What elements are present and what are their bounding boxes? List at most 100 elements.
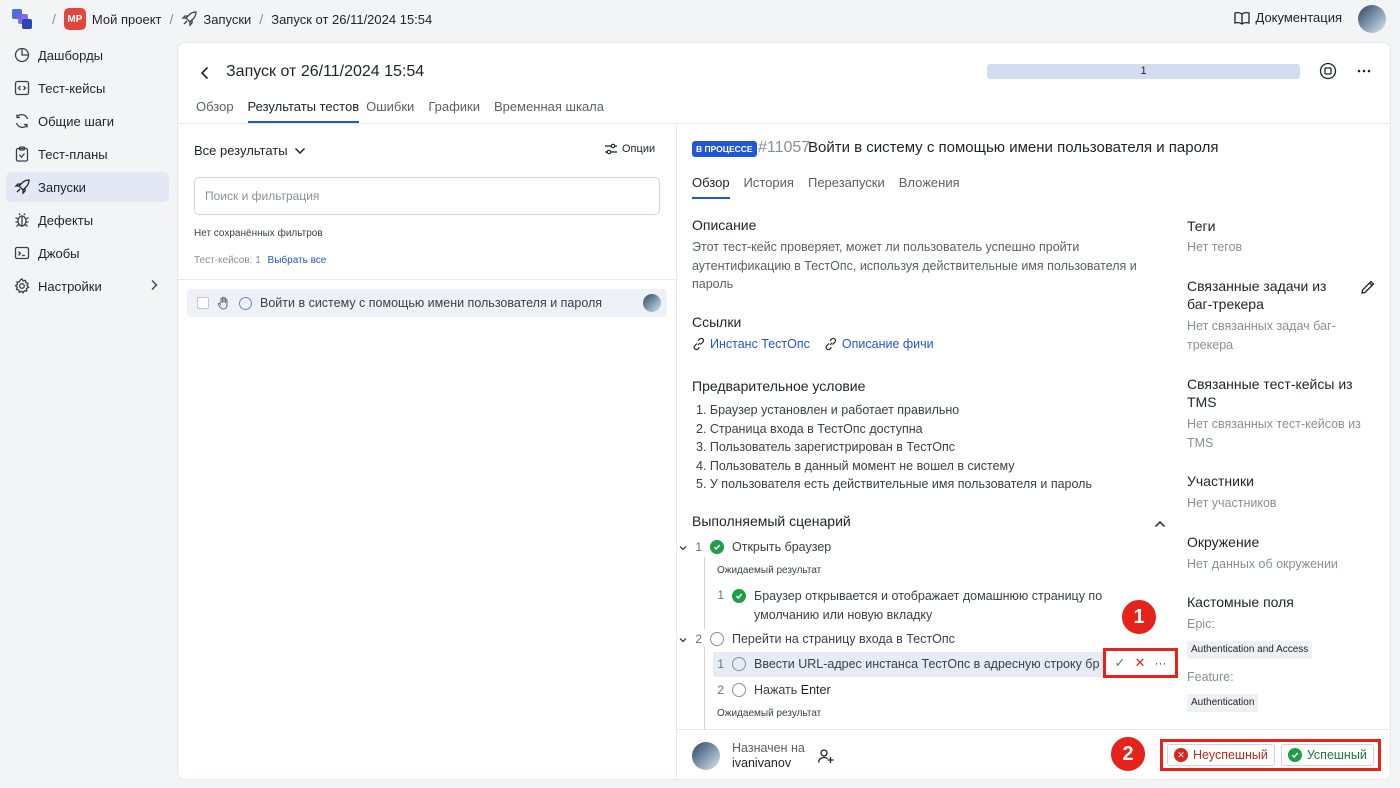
sidebar-item-test-cases[interactable]: Тест-кейсы [6, 73, 169, 103]
top-bar: / MP Мой проект / Запуски / Запуск от 26… [0, 0, 1400, 38]
step-row[interactable]: 1 Ввести URL-адрес инстанса ТестОпс в ад… [710, 657, 1099, 671]
stop-button[interactable] [1319, 62, 1337, 80]
list-item: 3. Пользователь зарегистрирован в ТестОп… [696, 440, 955, 454]
chevron-down-icon[interactable] [678, 543, 688, 553]
case-title: Войти в систему с помощью имени пользова… [808, 139, 1219, 156]
tab-test-results[interactable]: Результаты тестов [247, 99, 360, 123]
link-label: Инстанс ТестОпс [710, 337, 810, 351]
user-avatar[interactable] [1358, 5, 1386, 33]
link-feature-description[interactable]: Описание фичи [824, 337, 934, 351]
feature-tag[interactable]: Authentication [1187, 694, 1259, 712]
step-label-strong: Enter [800, 683, 831, 697]
step-number: 1 [695, 540, 702, 554]
add-user-icon [817, 749, 834, 763]
tab-history[interactable]: История [744, 175, 794, 199]
check-circle-icon [1287, 748, 1302, 762]
link-label: Описание фичи [841, 337, 934, 351]
sidebar-item-jobs[interactable]: Джобы [6, 238, 169, 268]
edit-pencil-icon[interactable] [1360, 279, 1376, 295]
sidebar-item-defects[interactable]: Дефекты [6, 205, 169, 235]
list-item: 2. Страница входа в ТестОпс доступна [696, 421, 923, 436]
mark-passed-check-icon[interactable]: ✓ [1115, 655, 1126, 671]
value-line: TMS [1187, 435, 1214, 450]
assignee-avatar [643, 294, 661, 312]
sidebar-item-shared-steps[interactable]: Общие шаги [6, 106, 169, 136]
passed-check-icon[interactable] [732, 589, 746, 603]
breadcrumb-launches[interactable]: Запуски [203, 12, 251, 27]
sidebar-item-dashboards[interactable]: Дашборды [6, 40, 169, 70]
custom-fields-heading: Кастомные поля [1187, 594, 1294, 610]
page-header: Запуск от 26/11/2024 15:54 1 Обзор Резул… [178, 43, 1390, 123]
step-number: 2 [717, 683, 724, 697]
status-circle-icon[interactable] [732, 657, 746, 671]
assigned-to-label: Назначен на [732, 741, 805, 755]
step-number: 1 [717, 588, 724, 602]
launch-tabs: Обзор Результаты тестов Ошибки Графики В… [196, 99, 618, 123]
chevron-up-icon [1154, 520, 1166, 528]
result-buttons-box: ✕ Неуспешный Успешный [1160, 739, 1381, 771]
options-button[interactable]: Опции [604, 143, 655, 155]
tags-heading: Теги [1187, 218, 1216, 234]
chevron-down-icon[interactable] [678, 635, 688, 645]
mark-failed-x-icon[interactable]: ✕ [1135, 655, 1146, 671]
code-icon [14, 80, 30, 96]
link-instance[interactable]: Инстанс ТестОпс [692, 337, 810, 351]
fail-button-label: Неуспешный [1193, 748, 1268, 762]
tab-attachments[interactable]: Вложения [899, 175, 960, 199]
collapse-scenario-button[interactable] [1154, 516, 1168, 530]
tab-graphs[interactable]: Графики [428, 99, 487, 123]
search-input[interactable]: Поиск и фильтрация [194, 177, 660, 215]
add-user-button[interactable] [817, 747, 835, 765]
status-circle-icon [239, 296, 252, 310]
sidebar-item-settings[interactable]: Настройки [6, 271, 169, 301]
tab-overview[interactable]: Обзор [196, 99, 241, 123]
sidebar-item-test-plans[interactable]: Тест-планы [6, 139, 169, 169]
sliders-icon [605, 143, 617, 155]
rocket-icon [14, 179, 30, 195]
x-circle-icon: ✕ [1174, 748, 1188, 762]
expected-result-label: Ожидаемый результат [717, 708, 822, 719]
avatar [692, 742, 720, 770]
sidebar-item-label: Общие шаги [38, 113, 115, 129]
breadcrumb-project[interactable]: Мой проект [92, 12, 162, 27]
sidebar-item-launches[interactable]: Запуски [6, 172, 169, 202]
step-row: 1 Браузер открывается и отображает домаш… [710, 587, 1102, 625]
passed-check-icon[interactable] [710, 540, 724, 554]
links-heading: Ссылки [692, 314, 742, 330]
epic-tag[interactable]: Authentication and Access [1187, 641, 1313, 659]
test-result-row[interactable]: Войти в систему с помощью имени пользова… [187, 289, 667, 317]
tab-reruns[interactable]: Перезапуски [808, 175, 885, 199]
breadcrumb-separator: / [52, 11, 56, 27]
heading-line: TMS [1187, 394, 1217, 410]
precondition-heading: Предварительное условие [692, 378, 866, 394]
documentation-link[interactable]: Документация [1233, 10, 1343, 25]
tab-detail-overview[interactable]: Обзор [692, 175, 730, 199]
row-checkbox[interactable] [197, 297, 209, 309]
test-result-title: Войти в систему с помощью имени пользова… [260, 296, 603, 310]
more-menu-button[interactable] [1355, 62, 1373, 80]
tab-timeline[interactable]: Временная шкала [494, 99, 611, 123]
detail-tabs: Обзор История Перезапуски Вложения [692, 175, 974, 199]
step-label: Перейти на страницу входа в ТестОпс [732, 632, 955, 646]
select-all-link[interactable]: Выбрать все [268, 255, 327, 266]
results-filter-dropdown[interactable]: Все результаты [194, 143, 306, 158]
success-button[interactable]: Успешный [1280, 744, 1374, 766]
heading-line: баг-трекера [1187, 296, 1264, 312]
app-logo[interactable] [12, 9, 32, 29]
tree-line [704, 647, 705, 729]
members-value: Нет участников [1187, 496, 1277, 510]
tab-errors[interactable]: Ошибки [366, 99, 421, 123]
sidebar-item-label: Настройки [38, 278, 102, 294]
documentation-label: Документация [1255, 10, 1343, 25]
status-circle-icon[interactable] [732, 683, 746, 697]
value-line: трекера [1187, 337, 1234, 352]
link-icon [825, 337, 836, 351]
back-button[interactable] [200, 63, 216, 83]
fail-button[interactable]: ✕ Неуспешный [1167, 744, 1275, 766]
stop-icon [1319, 62, 1337, 80]
clipboard-icon [14, 146, 30, 162]
refresh-icon [14, 113, 30, 129]
status-circle-icon[interactable] [710, 632, 724, 646]
step-more-dots-icon[interactable]: ··· [1154, 656, 1166, 670]
assignee-name[interactable]: ivanivanov [732, 756, 791, 770]
